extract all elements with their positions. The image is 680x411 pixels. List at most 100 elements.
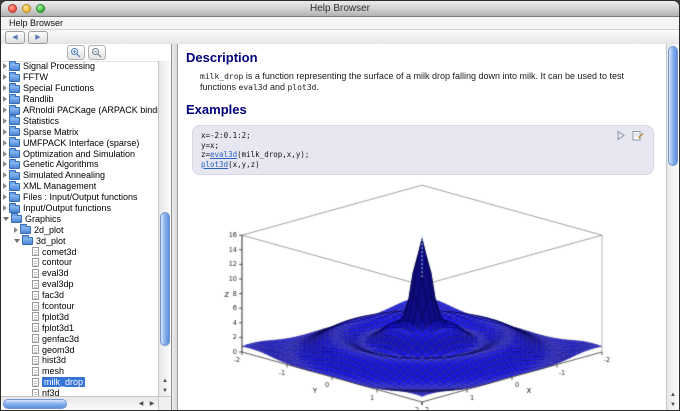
run-example-play-icon[interactable]: [616, 130, 626, 141]
zoom-out-button[interactable]: [87, 45, 106, 60]
tree-item-label: fcontour: [42, 301, 75, 312]
tree-item-Special Functions[interactable]: Special Functions: [1, 82, 158, 94]
example-code-block: x=-2:0.1:2; y=x; z=eval3d(milk_drop,x,y); p…: [192, 125, 654, 175]
folder-icon: [9, 191, 20, 202]
tree-scrollbar-thumb[interactable]: [160, 211, 170, 346]
disclosure-triangle-icon[interactable]: [3, 216, 9, 221]
help-page-content: Description milk_drop is a function repr…: [178, 44, 666, 410]
folder-icon: [9, 169, 20, 180]
tree-item-Genetic Algorithms[interactable]: Genetic Algorithms: [1, 158, 158, 170]
tree-item-eval3dp[interactable]: eval3dp: [1, 279, 158, 290]
disclosure-triangle-icon[interactable]: [3, 128, 7, 135]
file-icon: [32, 388, 39, 396]
content-vertical-scrollbar[interactable]: ▲ ▼: [666, 44, 679, 410]
disclosure-triangle-icon[interactable]: [3, 85, 7, 92]
tree-item-2d_plot[interactable]: 2d_plot: [1, 224, 158, 235]
folder-icon: [9, 115, 20, 126]
disclosure-triangle-icon[interactable]: [3, 194, 7, 201]
disclosure-triangle-icon[interactable]: [3, 63, 7, 70]
disclosure-triangle-icon[interactable]: [3, 183, 7, 190]
disclosure-triangle-icon[interactable]: [3, 96, 7, 103]
disclosure-triangle-icon[interactable]: [14, 226, 18, 233]
menu-help-browser[interactable]: Help Browser: [6, 18, 66, 28]
folder-icon: [9, 82, 20, 93]
tree-item-fplot3d1[interactable]: fplot3d1: [1, 322, 158, 333]
tree-item-ARnoldi PACKage (ARPACK binding)[interactable]: ARnoldi PACKage (ARPACK binding): [1, 104, 158, 116]
disclosure-triangle-icon[interactable]: [3, 107, 7, 113]
folder-icon: [9, 61, 20, 71]
folder-icon: [9, 71, 20, 82]
tree-item-Input/Output functions[interactable]: Input/Output functions: [1, 202, 158, 214]
inline-code: milk_drop: [200, 72, 244, 81]
code-link-eval3d[interactable]: eval3d: [210, 150, 237, 159]
tree-item-UMFPACK Interface (sparse)[interactable]: UMFPACK Interface (sparse): [1, 137, 158, 148]
disclosure-triangle-icon[interactable]: [3, 161, 7, 168]
disclosure-triangle-icon[interactable]: [3, 205, 7, 212]
tree-item-contour[interactable]: contour: [1, 257, 158, 268]
tree-item-Randlib[interactable]: Randlib: [1, 93, 158, 105]
disclosure-triangle-icon[interactable]: [3, 172, 7, 179]
tree-item-nf3d[interactable]: nf3d: [1, 388, 158, 396]
code-link-plot3d[interactable]: plot3d: [201, 160, 228, 169]
tree-item-label: Randlib: [23, 94, 54, 105]
window-title: Help Browser: [309, 3, 371, 14]
tree-item-3d_plot[interactable]: 3d_plot: [1, 235, 158, 246]
scroll-up-arrow[interactable]: ▲: [159, 376, 171, 386]
tree-hscrollbar-thumb[interactable]: [3, 399, 67, 409]
tree-item-label: milk_drop: [42, 377, 86, 388]
tree-item-Files : Input/Output functions[interactable]: Files : Input/Output functions: [1, 191, 158, 203]
tree-item-geom3d[interactable]: geom3d: [1, 344, 158, 355]
file-icon: [32, 323, 39, 333]
tree-item-milk_drop[interactable]: milk_drop: [1, 377, 158, 388]
tree-item-Graphics[interactable]: Graphics: [1, 213, 158, 224]
disclosure-triangle-icon[interactable]: [3, 74, 7, 81]
forward-arrow-icon: ▶: [35, 33, 41, 41]
tree-item-label: Special Functions: [23, 83, 95, 94]
tree-item-label: ARnoldi PACKage (ARPACK binding): [23, 105, 158, 115]
tree-item-label: Statistics: [23, 115, 60, 126]
scroll-down-arrow[interactable]: ▼: [159, 386, 171, 396]
tree-item-Statistics[interactable]: Statistics: [1, 115, 158, 126]
back-button[interactable]: ◀: [5, 30, 25, 44]
tree-item-Optimization and Simulation[interactable]: Optimization and Simulation: [1, 148, 158, 159]
inline-code: eval3d: [238, 83, 268, 92]
tree-item-fac3d[interactable]: fac3d: [1, 290, 158, 301]
folder-icon: [11, 213, 22, 224]
content-scrollbar-thumb[interactable]: [668, 46, 678, 166]
tree-item-genfac3d[interactable]: genfac3d: [1, 333, 158, 344]
tree-item-Signal Processing[interactable]: Signal Processing: [1, 61, 158, 72]
disclosure-triangle-icon[interactable]: [3, 150, 7, 157]
forward-button[interactable]: ▶: [28, 30, 48, 44]
zoom-in-button[interactable]: [66, 45, 85, 60]
tree-item-eval3d[interactable]: eval3d: [1, 268, 158, 279]
tree-item-comet3d[interactable]: comet3d: [1, 246, 158, 257]
tree-item-label: 2d_plot: [34, 224, 64, 235]
folder-icon: [9, 202, 20, 213]
content-scroll-down-arrow[interactable]: ▼: [667, 400, 679, 410]
tree-item-XML Management[interactable]: XML Management: [1, 180, 158, 192]
disclosure-triangle-icon[interactable]: [14, 238, 20, 243]
tree-item-hist3d[interactable]: hist3d: [1, 355, 158, 366]
title-bar[interactable]: Help Browser: [1, 1, 679, 17]
tree-item-mesh[interactable]: mesh: [1, 366, 158, 377]
file-icon: [32, 257, 39, 267]
tree-item-label: FFTW: [23, 72, 48, 83]
tree-item-fplot3d[interactable]: fplot3d: [1, 311, 158, 322]
edit-example-notepad-icon[interactable]: [632, 130, 644, 141]
tree-item-fcontour[interactable]: fcontour: [1, 301, 158, 312]
disclosure-triangle-icon[interactable]: [3, 117, 7, 124]
scroll-right-arrow[interactable]: ▶: [146, 399, 158, 409]
file-icon: [32, 334, 39, 344]
disclosure-triangle-icon[interactable]: [3, 139, 7, 146]
content-scroll-up-arrow[interactable]: ▲: [667, 390, 679, 400]
tree-item-FFTW[interactable]: FFTW: [1, 71, 158, 83]
tree-item-label: Simulated Annealing: [23, 170, 106, 181]
tree-item-Sparse Matrix[interactable]: Sparse Matrix: [1, 126, 158, 137]
tree-item-Simulated Annealing[interactable]: Simulated Annealing: [1, 169, 158, 181]
tree-horizontal-scrollbar[interactable]: ◀ ▶: [1, 396, 158, 410]
tree-item-label: comet3d: [42, 246, 77, 257]
folder-icon: [9, 180, 20, 191]
scrollbar-corner: [158, 396, 171, 410]
tree-vertical-scrollbar[interactable]: ▲ ▼: [158, 61, 171, 396]
description-text: milk_drop is a function representing the…: [200, 71, 658, 93]
